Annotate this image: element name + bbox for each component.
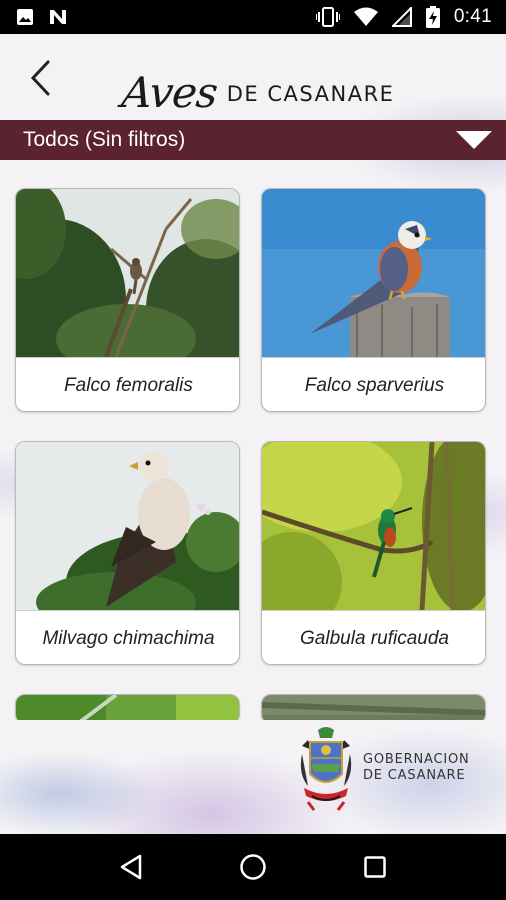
bird-name: Falco femoralis — [16, 357, 239, 411]
status-left — [16, 8, 68, 26]
bird-name: Milvago chimachima — [16, 610, 239, 664]
bird-card[interactable]: Milvago chimachima — [15, 441, 240, 665]
square-recents-icon — [364, 856, 386, 878]
circle-home-icon — [240, 854, 266, 880]
bird-card[interactable]: Galbula ruficauda — [261, 441, 486, 665]
triangle-down-icon — [456, 131, 492, 149]
org-line1: GOBERNACION — [363, 752, 470, 767]
org-line2: DE CASANARE — [363, 768, 466, 783]
app-header: Aves DE CASANARE — [0, 34, 506, 120]
bird-photo — [16, 442, 239, 610]
bird-card[interactable] — [15, 694, 240, 720]
vibrate-icon — [315, 7, 340, 27]
bird-grid: Falco femoralis Falco sparverius Milvago… — [0, 160, 506, 720]
filter-dropdown[interactable]: Todos (Sin filtros) — [0, 120, 506, 160]
triangle-back-icon — [120, 854, 142, 880]
bird-name: Galbula ruficauda — [262, 610, 485, 664]
back-button[interactable] — [22, 58, 58, 98]
signal-icon — [391, 7, 412, 27]
title-script: Aves — [119, 68, 220, 117]
status-right: 0:41 — [315, 6, 492, 28]
wifi-icon — [353, 7, 378, 26]
bird-photo — [262, 442, 485, 610]
bird-card[interactable]: Falco sparverius — [261, 188, 486, 412]
nav-home-button[interactable] — [233, 847, 273, 887]
filter-label: Todos (Sin filtros) — [23, 128, 186, 151]
chevron-left-icon — [30, 60, 50, 96]
bird-photo — [16, 189, 239, 357]
bird-photo — [262, 695, 485, 720]
status-bar: 0:41 — [0, 0, 506, 34]
battery-charging-icon — [425, 6, 440, 28]
bird-card[interactable] — [261, 694, 486, 720]
nav-back-button[interactable] — [111, 847, 151, 887]
n-notification-icon — [50, 10, 66, 24]
bird-card[interactable]: Falco femoralis — [15, 188, 240, 412]
nav-recents-button[interactable] — [355, 847, 395, 887]
app-title: Aves DE CASANARE — [119, 44, 395, 117]
bird-photo — [16, 695, 239, 720]
coat-of-arms-logo — [300, 727, 352, 811]
system-nav-bar — [0, 834, 506, 900]
status-time: 0:41 — [453, 6, 492, 27]
bird-name: Falco sparverius — [262, 357, 485, 411]
bird-photo — [262, 189, 485, 357]
title-rest: DE CASANARE — [226, 82, 395, 106]
government-name: GOBERNACION DE CASANARE — [363, 752, 470, 784]
image-icon — [17, 9, 33, 25]
